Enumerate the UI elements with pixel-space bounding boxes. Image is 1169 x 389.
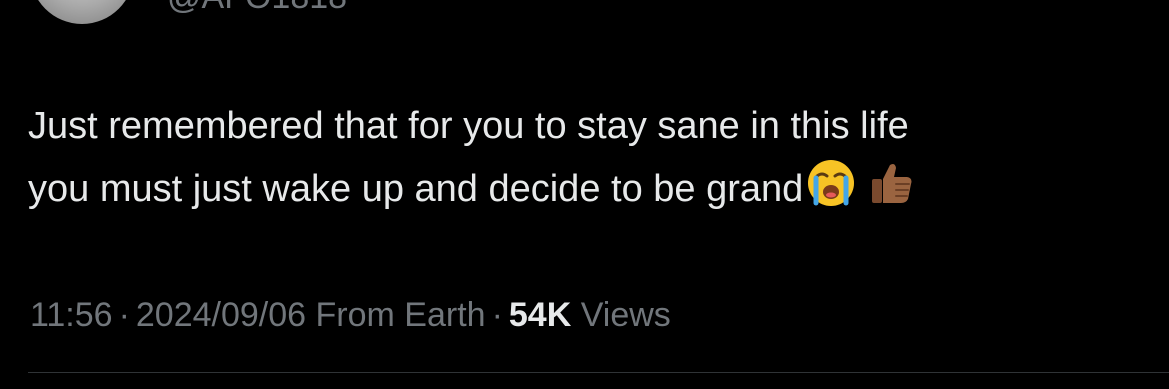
tweet-text: Just remembered that for you to stay san… xyxy=(28,96,1138,220)
meta-separator: · xyxy=(118,296,130,334)
tweet-time[interactable]: 11:56 xyxy=(30,296,113,334)
tweet-date[interactable]: 2024/09/06 xyxy=(136,296,306,334)
thumbs-up-medium-dark-skin-icon xyxy=(865,157,917,209)
tweet-text-line-2-text: you must just wake up and decide to be g… xyxy=(28,168,804,210)
meta-separator: · xyxy=(491,296,503,334)
loudly-crying-face-icon xyxy=(805,157,857,209)
views-count[interactable]: 54K xyxy=(509,296,571,334)
tweet-text-line-1: Just remembered that for you to stay san… xyxy=(28,105,909,147)
divider xyxy=(28,372,1169,373)
views-label[interactable]: Views xyxy=(581,296,671,334)
tweet-meta: 11:56 · 2024/09/06 From Earth · 54K Views xyxy=(30,296,671,335)
tweet-source: From Earth xyxy=(315,296,486,334)
author-handle[interactable]: @AFO1818 xyxy=(167,0,347,17)
avatar[interactable] xyxy=(30,0,134,24)
tweet-text-line-2: you must just wake up and decide to be g… xyxy=(28,157,1138,220)
